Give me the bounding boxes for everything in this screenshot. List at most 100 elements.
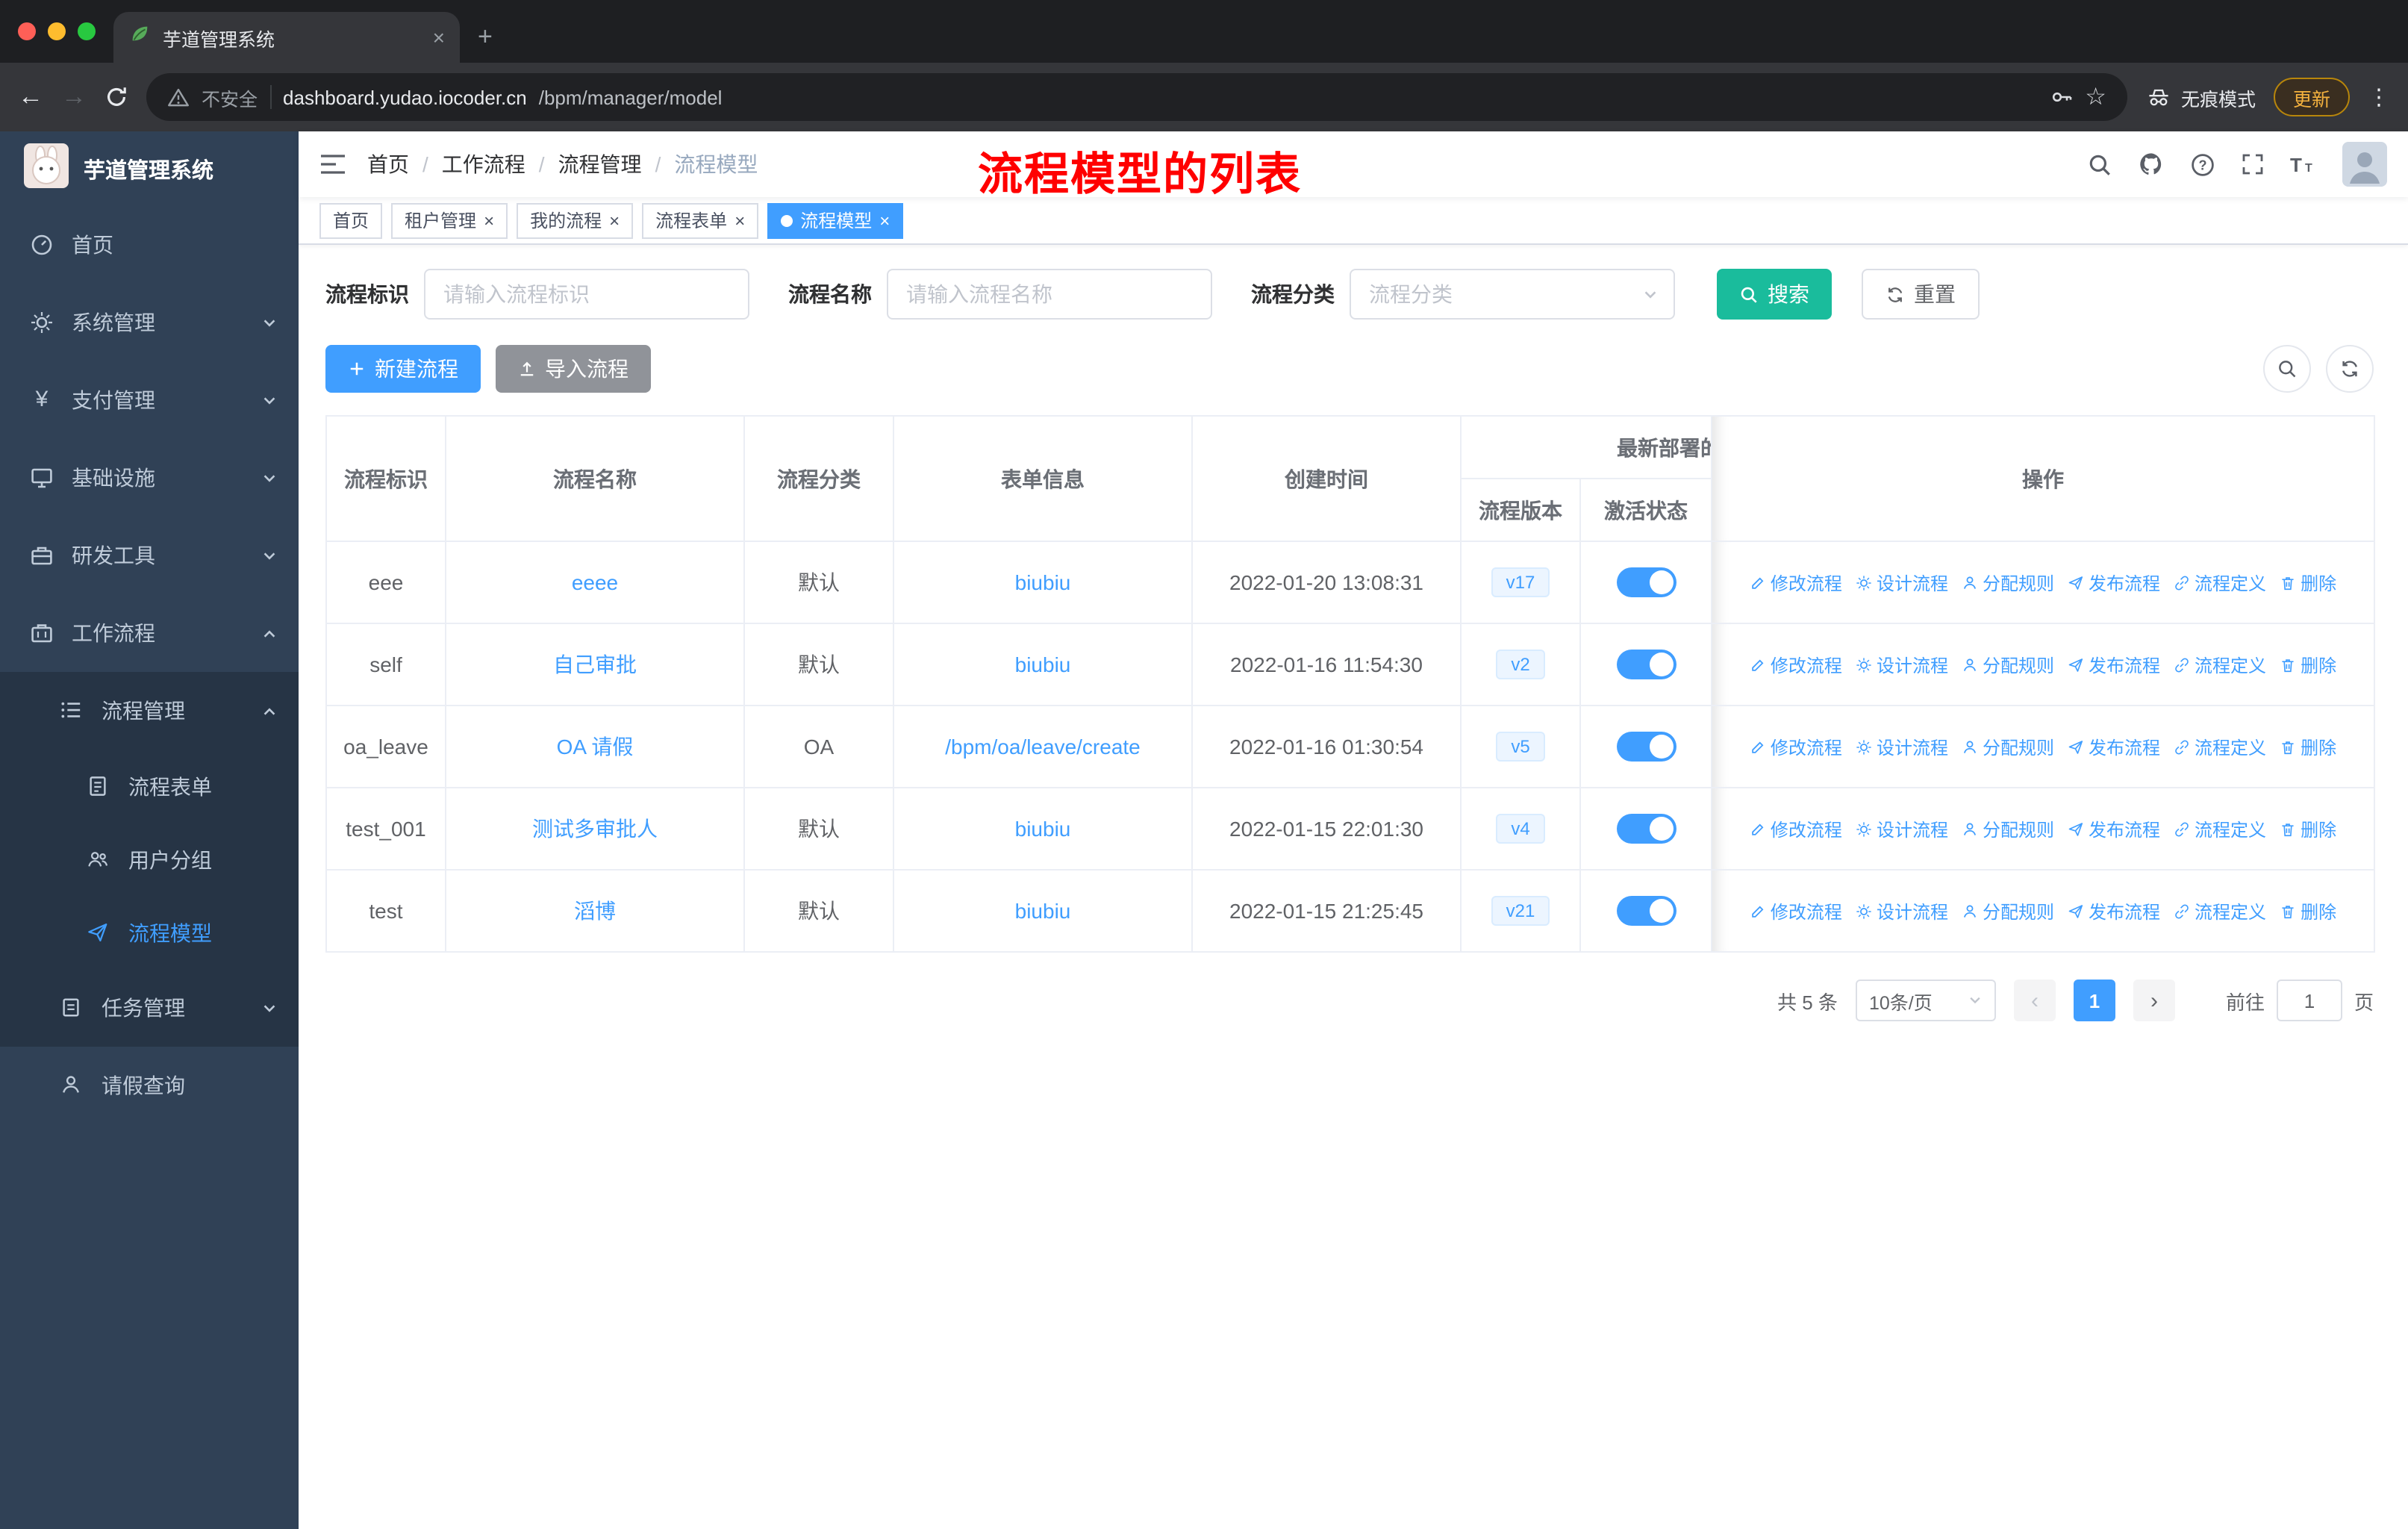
tag-my-process[interactable]: 我的流程 × — [517, 202, 634, 238]
close-icon[interactable]: × — [879, 211, 890, 229]
modify-flow-link[interactable]: 修改流程 — [1750, 652, 1842, 677]
import-process-button[interactable]: 导入流程 — [496, 345, 651, 393]
tag-process-model[interactable]: 流程模型 × — [767, 202, 904, 238]
process-key-input[interactable] — [424, 269, 749, 320]
help-icon[interactable]: ? — [2190, 152, 2215, 177]
search-icon[interactable] — [2087, 152, 2112, 177]
assign-rule-link[interactable]: 分配规则 — [1962, 570, 2054, 595]
page-size-select[interactable]: 10条/页 — [1855, 980, 1996, 1021]
tag-home[interactable]: 首页 — [319, 202, 383, 238]
browser-tab[interactable]: 芋道管理系统 × — [113, 12, 460, 63]
forward-button[interactable]: → — [61, 82, 87, 112]
sidebar-item-process-model[interactable]: 流程模型 — [0, 896, 299, 969]
next-page-button[interactable]: › — [2133, 980, 2175, 1021]
sidebar-item-system[interactable]: 系统管理 — [0, 284, 299, 361]
breadcrumb-process-management[interactable]: 流程管理 — [558, 149, 642, 179]
sidebar-item-process-management[interactable]: 流程管理 — [0, 672, 299, 750]
reset-button[interactable]: 重置 — [1862, 269, 1980, 320]
goto-page-input[interactable] — [2276, 980, 2342, 1021]
page-number-button[interactable]: 1 — [2073, 980, 2115, 1021]
avatar[interactable] — [2342, 142, 2387, 187]
github-icon[interactable] — [2138, 151, 2165, 178]
publish-flow-link[interactable]: 发布流程 — [2068, 898, 2160, 924]
form-info-link[interactable]: biubiu — [1015, 570, 1071, 594]
modify-flow-link[interactable]: 修改流程 — [1750, 734, 1842, 759]
reload-button[interactable] — [105, 85, 128, 109]
sidebar-item-home[interactable]: 首页 — [0, 206, 299, 284]
form-info-link[interactable]: biubiu — [1015, 899, 1071, 923]
active-toggle[interactable] — [1616, 567, 1676, 597]
publish-flow-link[interactable]: 发布流程 — [2068, 816, 2160, 841]
flow-definition-link[interactable]: 流程定义 — [2174, 816, 2266, 841]
close-icon[interactable]: × — [484, 211, 494, 229]
design-flow-link[interactable]: 设计流程 — [1856, 734, 1948, 759]
back-button[interactable]: ← — [18, 82, 43, 112]
search-button[interactable]: 搜索 — [1717, 269, 1832, 320]
assign-rule-link[interactable]: 分配规则 — [1962, 652, 2054, 677]
process-name-link[interactable]: eeee — [572, 570, 618, 594]
tag-tenant-management[interactable]: 租户管理 × — [391, 202, 508, 238]
flow-definition-link[interactable]: 流程定义 — [2174, 570, 2266, 595]
toggle-search-button[interactable] — [2263, 345, 2311, 393]
close-icon[interactable]: × — [734, 211, 745, 229]
flow-definition-link[interactable]: 流程定义 — [2174, 652, 2266, 677]
sidebar-item-user-group[interactable]: 用户分组 — [0, 823, 299, 896]
sidebar-item-devtools[interactable]: 研发工具 — [0, 517, 299, 594]
form-info-link[interactable]: biubiu — [1015, 817, 1071, 841]
sidebar-item-infrastructure[interactable]: 基础设施 — [0, 439, 299, 517]
tab-close-icon[interactable]: × — [433, 27, 445, 48]
modify-flow-link[interactable]: 修改流程 — [1750, 816, 1842, 841]
breadcrumb-home[interactable]: 首页 — [367, 149, 409, 179]
modify-flow-link[interactable]: 修改流程 — [1750, 570, 1842, 595]
modify-flow-link[interactable]: 修改流程 — [1750, 898, 1842, 924]
design-flow-link[interactable]: 设计流程 — [1856, 898, 1948, 924]
active-toggle[interactable] — [1616, 814, 1676, 844]
active-toggle[interactable] — [1616, 732, 1676, 762]
publish-flow-link[interactable]: 发布流程 — [2068, 570, 2160, 595]
design-flow-link[interactable]: 设计流程 — [1856, 652, 1948, 677]
window-zoom-button[interactable] — [78, 22, 96, 40]
delete-link[interactable]: 删除 — [2280, 734, 2336, 759]
delete-link[interactable]: 删除 — [2280, 816, 2336, 841]
process-name-input[interactable] — [887, 269, 1212, 320]
flow-definition-link[interactable]: 流程定义 — [2174, 898, 2266, 924]
tag-process-form[interactable]: 流程表单 × — [642, 202, 759, 238]
publish-flow-link[interactable]: 发布流程 — [2068, 734, 2160, 759]
form-info-link[interactable]: biubiu — [1015, 653, 1071, 676]
window-close-button[interactable] — [18, 22, 36, 40]
active-toggle[interactable] — [1616, 650, 1676, 679]
delete-link[interactable]: 删除 — [2280, 898, 2336, 924]
browser-menu-icon[interactable]: ⋮ — [2368, 84, 2390, 110]
delete-link[interactable]: 删除 — [2280, 570, 2336, 595]
font-size-icon[interactable]: TT — [2290, 154, 2317, 175]
security-label[interactable]: 不安全 — [202, 83, 258, 111]
publish-flow-link[interactable]: 发布流程 — [2068, 652, 2160, 677]
sidebar-item-workflow[interactable]: 工作流程 — [0, 594, 299, 672]
window-minimize-button[interactable] — [48, 22, 66, 40]
assign-rule-link[interactable]: 分配规则 — [1962, 816, 2054, 841]
active-toggle[interactable] — [1616, 896, 1676, 926]
assign-rule-link[interactable]: 分配规则 — [1962, 898, 2054, 924]
sidebar-item-payment[interactable]: ¥ 支付管理 — [0, 361, 299, 439]
flow-definition-link[interactable]: 流程定义 — [2174, 734, 2266, 759]
sidebar-item-task-management[interactable]: 任务管理 — [0, 969, 299, 1047]
sidebar-item-process-form[interactable]: 流程表单 — [0, 750, 299, 823]
process-category-select[interactable]: 流程分类 — [1350, 269, 1675, 320]
close-icon[interactable]: × — [609, 211, 620, 229]
process-name-link[interactable]: 测试多审批人 — [532, 817, 658, 841]
app-logo[interactable]: 芋道管理系统 — [0, 131, 299, 206]
delete-link[interactable]: 删除 — [2280, 652, 2336, 677]
assign-rule-link[interactable]: 分配规则 — [1962, 734, 2054, 759]
create-process-button[interactable]: 新建流程 — [325, 345, 481, 393]
design-flow-link[interactable]: 设计流程 — [1856, 570, 1948, 595]
address-bar[interactable]: 不安全 dashboard.yudao.iocoder.cn /bpm/mana… — [146, 73, 2127, 121]
new-tab-button[interactable]: + — [478, 22, 493, 52]
browser-update-button[interactable]: 更新 — [2273, 78, 2350, 116]
password-key-icon[interactable] — [2049, 85, 2073, 109]
process-name-link[interactable]: 滔博 — [574, 899, 616, 923]
sidebar-item-leave-query[interactable]: 请假查询 — [0, 1047, 299, 1124]
prev-page-button[interactable]: ‹ — [2013, 980, 2056, 1021]
process-name-link[interactable]: 自己审批 — [553, 653, 637, 676]
design-flow-link[interactable]: 设计流程 — [1856, 816, 1948, 841]
sidebar-collapse-icon[interactable] — [319, 152, 346, 176]
